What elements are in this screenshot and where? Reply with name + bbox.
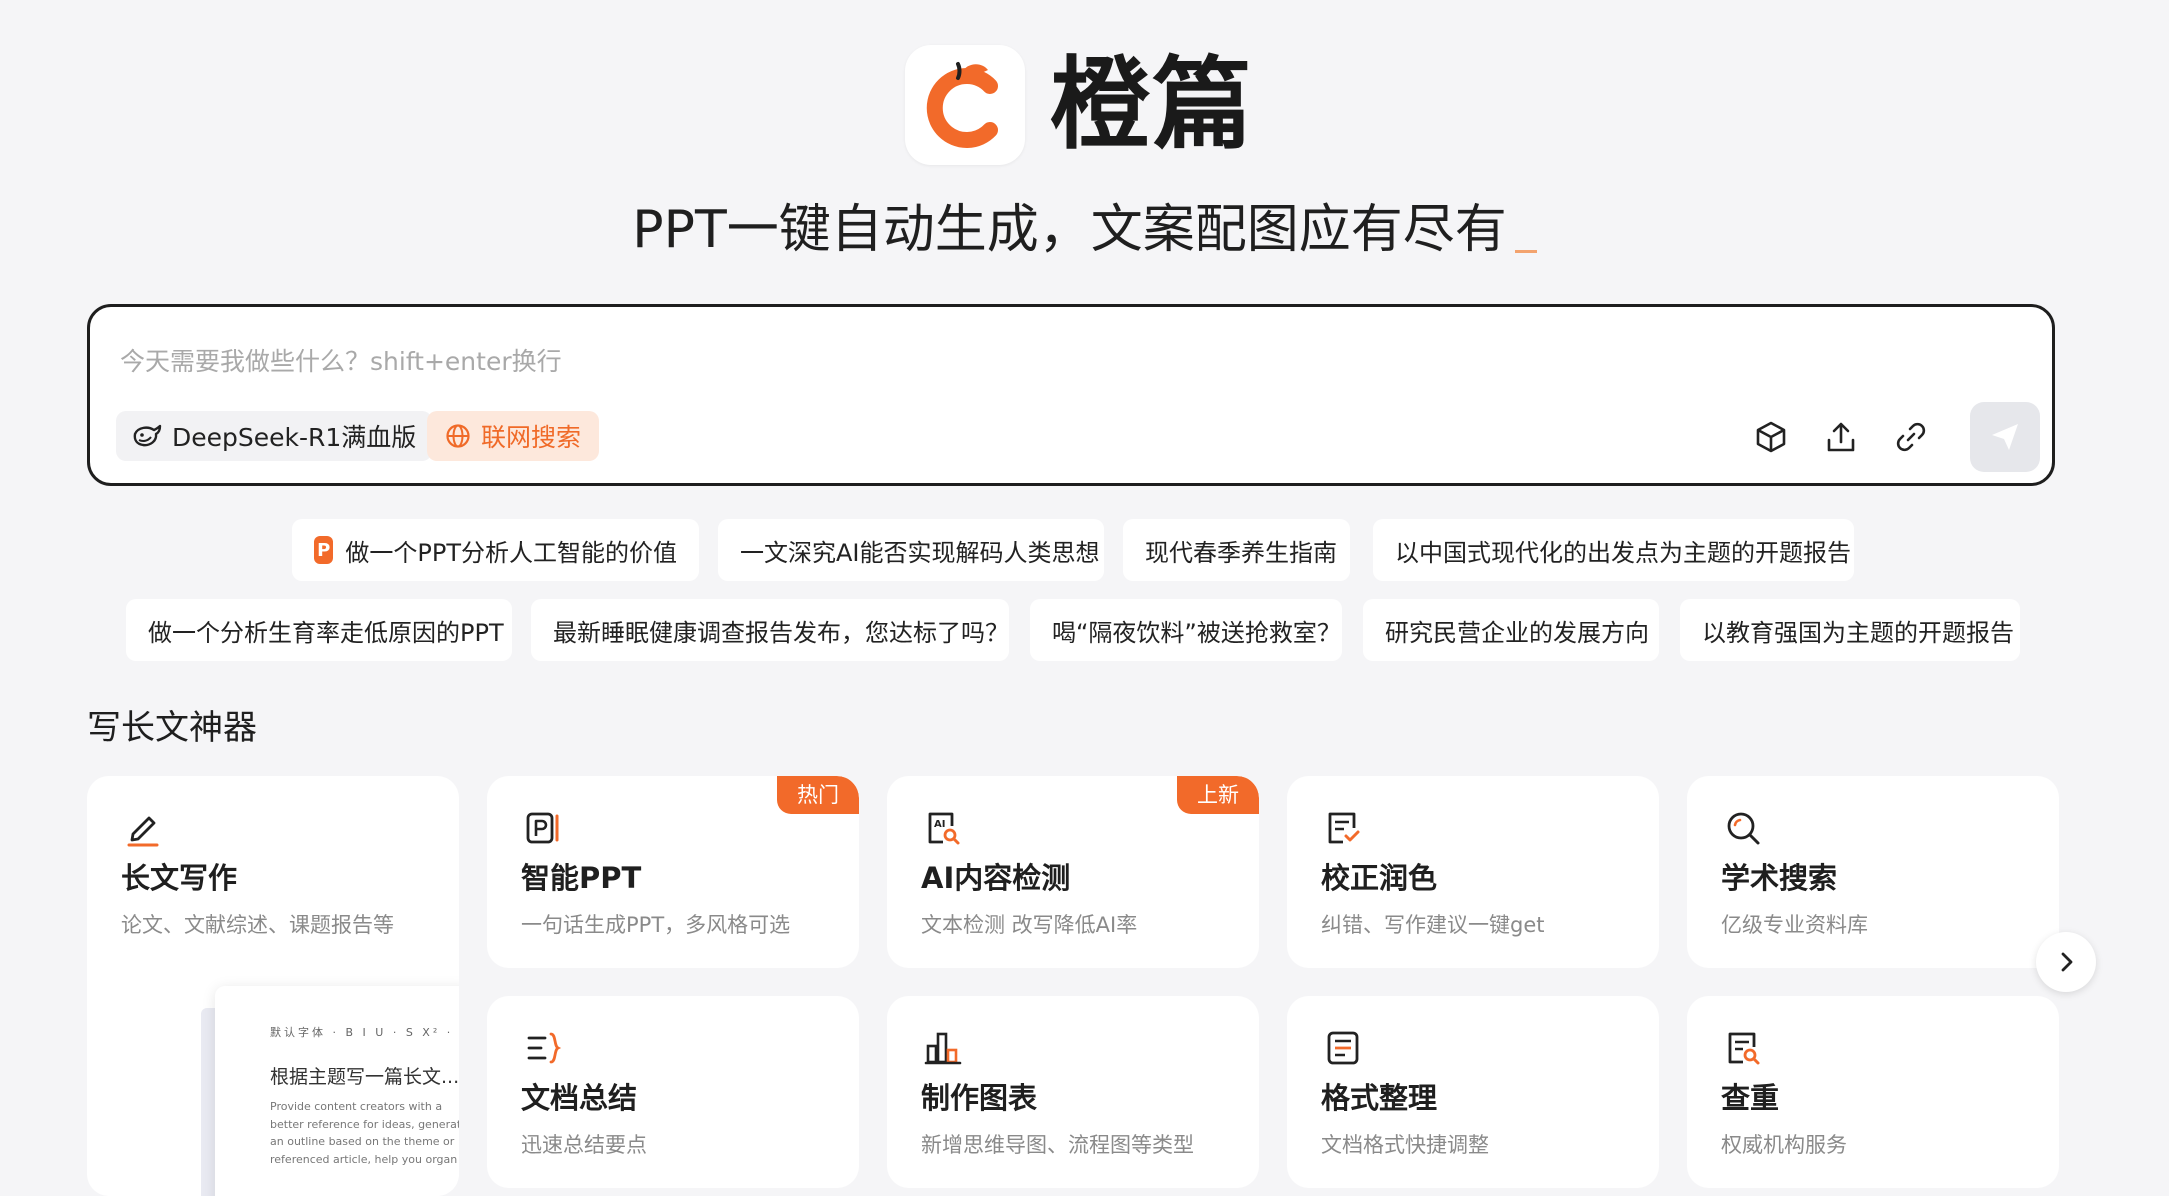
web-search-toggle[interactable]: 联网搜索: [427, 411, 600, 461]
prompt-input[interactable]: [118, 337, 1822, 385]
doc-line: Provide content creators with a: [270, 1100, 443, 1113]
tagline-text: PPT一键自动生成，文案配图应有尽有: [632, 200, 1507, 260]
typing-cursor: [1514, 250, 1537, 253]
card-proofread[interactable]: 校正润色 纠错、写作建议一键get: [1287, 776, 1659, 968]
whale-icon: [133, 424, 162, 447]
doc-heading: 根据主题写一篇长文...: [270, 1066, 459, 1088]
suggestion-label: 喝“隔夜饮料”被送抢救室？: [1052, 618, 1341, 647]
suggestion-label: 研究民营企业的发展方向: [1385, 618, 1649, 647]
section-title: 写长文神器: [87, 708, 257, 748]
card-desc: 新增思维导图、流程图等类型: [921, 1133, 1194, 1157]
suggestion-label: 现代春季养生指南: [1145, 538, 1337, 567]
doc-body: Provide content creators with a better r…: [270, 1098, 459, 1168]
brand-logo: [905, 45, 1025, 165]
pen-icon: [127, 816, 159, 847]
upload-icon[interactable]: [1823, 419, 1859, 455]
card-title: 格式整理: [1321, 1081, 1438, 1115]
card-academic-search[interactable]: 学术搜索 亿级专业资料库: [1687, 776, 2059, 968]
chart-icon: [924, 1032, 962, 1065]
card-title: AI内容检测: [921, 861, 1071, 895]
suggestion-label: 一文深究AI能否实现解码人类思想: [740, 538, 1100, 567]
card-desc: 亿级专业资料库: [1721, 913, 1868, 937]
suggestion-pill[interactable]: 一文深究AI能否实现解码人类思想: [718, 519, 1104, 581]
card-title: 智能PPT: [521, 861, 642, 895]
card-desc: 文本检测 改写降低AI率: [921, 913, 1138, 937]
web-search-label: 联网搜索: [481, 423, 582, 452]
ai-detect-icon: AI: [928, 812, 960, 845]
card-desc: 论文、文献综述、课题报告等: [121, 913, 394, 937]
card-desc: 文档格式快捷调整: [1321, 1133, 1489, 1157]
model-selector-button[interactable]: DeepSeek-R1满血版: [116, 411, 433, 461]
format-icon: [1327, 1031, 1359, 1065]
suggestion-label: 最新睡眠健康调查报告发布，您达标了吗？: [553, 618, 1009, 647]
model-label: DeepSeek-R1满血版: [172, 423, 417, 452]
ppt-icon: P: [314, 536, 334, 564]
card-plagiarism[interactable]: 查重 权威机构服务: [1687, 996, 2059, 1188]
card-desc: 纠错、写作建议一键get: [1321, 913, 1545, 937]
card-smart-ppt[interactable]: 热门 智能PPT 一句话生成PPT，多风格可选: [487, 776, 859, 968]
card-title: 长文写作: [121, 861, 238, 895]
send-button[interactable]: [1970, 402, 2040, 472]
carousel-next-button[interactable]: [2036, 932, 2096, 992]
card-make-chart[interactable]: 制作图表 新增思维导图、流程图等类型: [887, 996, 1259, 1188]
hot-badge: 热门: [777, 776, 859, 814]
card-title: 查重: [1721, 1081, 1780, 1115]
suggestion-label: 做一个PPT分析人工智能的价值: [345, 538, 677, 567]
suggestion-pill[interactable]: 现代春季养生指南: [1123, 519, 1350, 581]
card-title: 文档总结: [521, 1081, 638, 1115]
svg-text:AI: AI: [934, 819, 945, 830]
summary-icon: [527, 1032, 562, 1064]
card-title: 学术搜索: [1721, 861, 1838, 895]
prompt-box: DeepSeek-R1满血版 联网搜索: [87, 304, 2055, 486]
card-long-writing[interactable]: 长文写作 论文、文献综述、课题报告等 默认字体 · B I U · S X² ·…: [87, 776, 459, 1196]
suggestion-label: 以教育强国为主题的开题报告: [1702, 618, 2014, 647]
doc-line: referenced article, help you organ: [270, 1152, 458, 1166]
card-ai-detect[interactable]: AI 上新 AI内容检测 文本检测 改写降低AI率: [887, 776, 1259, 968]
card-format[interactable]: 格式整理 文档格式快捷调整: [1287, 996, 1659, 1188]
suggestion-pill[interactable]: 以教育强国为主题的开题报告: [1680, 599, 2020, 661]
chevron-right-icon: [2061, 952, 2073, 972]
doc-line: better reference for ideas, generat: [270, 1117, 459, 1131]
tagline: PPT一键自动生成，文案配图应有尽有: [0, 195, 2169, 265]
doc-toolbar: 默认字体 · B I U · S X² · A: [270, 1026, 459, 1039]
brand-name: 橙篇: [1050, 46, 1254, 163]
suggestion-pill[interactable]: 以中国式现代化的出发点为主题的开题报告: [1373, 519, 1854, 581]
card-desc: 一句话生成PPT，多风格可选: [521, 913, 791, 937]
link-icon[interactable]: [1893, 419, 1929, 455]
doc-line: an outline based on the theme or: [270, 1135, 455, 1148]
proofread-icon: [1328, 812, 1360, 844]
suggestion-pill[interactable]: 研究民营企业的发展方向: [1363, 599, 1659, 661]
suggestion-pill[interactable]: 喝“隔夜饮料”被送抢救室？: [1030, 599, 1342, 661]
card-title: 校正润色: [1321, 861, 1438, 895]
plagiarism-icon: [1728, 1032, 1760, 1065]
card-desc: 权威机构服务: [1721, 1133, 1847, 1157]
suggestion-label: 做一个分析生育率走低原因的PPT: [148, 618, 504, 647]
cube-icon[interactable]: [1753, 419, 1789, 455]
globe-icon: [446, 424, 470, 448]
search-icon: [1727, 812, 1760, 845]
suggestion-pill[interactable]: P 做一个PPT分析人工智能的价值: [292, 519, 699, 581]
card-title: 制作图表: [921, 1081, 1038, 1115]
suggestion-pill[interactable]: 做一个分析生育率走低原因的PPT: [126, 599, 512, 661]
suggestion-pill[interactable]: 最新睡眠健康调查报告发布，您达标了吗？: [531, 599, 1009, 661]
card-doc-summary[interactable]: 文档总结 迅速总结要点: [487, 996, 859, 1188]
new-badge: 上新: [1177, 776, 1259, 814]
card-desc: 迅速总结要点: [521, 1133, 647, 1157]
orange-logo-icon: [926, 62, 998, 148]
ppt-icon: [526, 812, 559, 844]
suggestion-label: 以中国式现代化的出发点为主题的开题报告: [1395, 538, 1851, 567]
doc-preview: 默认字体 · B I U · S X² · A 根据主题写一篇长文... Pro…: [215, 986, 459, 1196]
send-icon: [1992, 424, 2018, 450]
